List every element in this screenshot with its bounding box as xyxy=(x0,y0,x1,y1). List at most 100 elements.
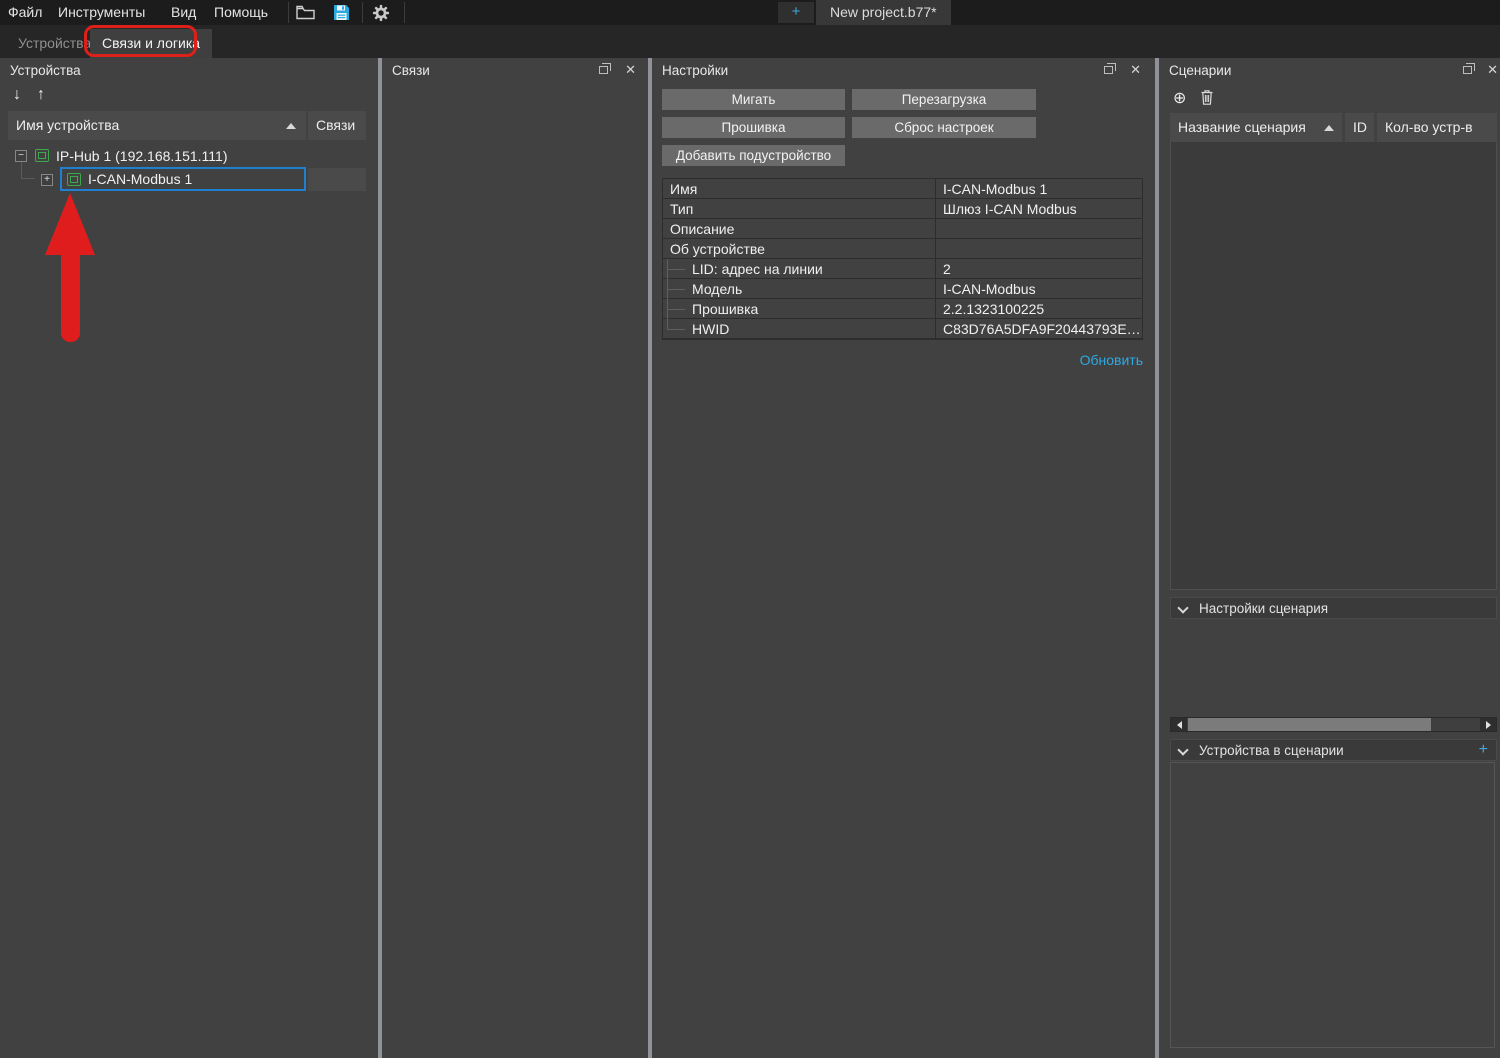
scenarios-panel-title: Сценарии xyxy=(1169,63,1231,78)
property-value: I-CAN-Modbus 1 xyxy=(936,179,1142,198)
move-up-icon[interactable]: ↑ xyxy=(37,86,45,104)
property-tree-line xyxy=(667,309,685,310)
float-panel-icon[interactable] xyxy=(1463,66,1472,74)
open-folder-icon[interactable] xyxy=(292,2,318,23)
device-icon xyxy=(67,173,81,186)
column-scenario-name[interactable]: Название сценария xyxy=(1170,113,1342,142)
links-panel-title: Связи xyxy=(392,63,430,78)
devices-panel-title: Устройства xyxy=(10,63,81,78)
scenarios-panel: Сценарии ✕ ⊕ Название сценария ID Кол-во… xyxy=(1159,58,1500,1058)
scenarios-empty-list[interactable] xyxy=(1170,142,1497,590)
section-title: Настройки сценария xyxy=(1199,601,1328,616)
toolbar-separator xyxy=(362,2,363,23)
tab-devices[interactable]: Устройства xyxy=(6,29,103,58)
property-label: Имя xyxy=(663,179,936,198)
sort-ascending-icon xyxy=(1324,125,1334,131)
tree-row-ican-expander[interactable]: + xyxy=(41,168,61,191)
close-panel-icon[interactable]: ✕ xyxy=(1487,63,1498,77)
move-down-icon[interactable]: ↓ xyxy=(13,86,21,104)
property-label: Об устройстве xyxy=(663,239,936,258)
delete-scenario-icon[interactable] xyxy=(1201,90,1213,105)
blink-button[interactable]: Мигать xyxy=(662,89,845,110)
settings-panel: Настройки ✕ Мигать Перезагрузка Прошивка… xyxy=(652,58,1155,1058)
property-row[interactable]: Прошивка 2.2.1323100225 xyxy=(663,299,1142,319)
section-scenario-settings[interactable]: Настройки сценария xyxy=(1170,597,1497,619)
add-device-to-scenario-icon[interactable]: + xyxy=(1479,742,1488,758)
property-row[interactable]: Модель I-CAN-Modbus xyxy=(663,279,1142,299)
property-row[interactable]: Описание xyxy=(663,219,1142,239)
menu-tools[interactable]: Инструменты xyxy=(52,0,151,25)
float-panel-icon[interactable] xyxy=(1104,66,1113,74)
property-value: 2 xyxy=(936,259,1142,278)
tree-row-ican-modbus-selected[interactable]: I-CAN-Modbus 1 xyxy=(60,167,306,191)
chevron-down-icon xyxy=(1179,602,1187,610)
property-row[interactable]: LID: адрес на линии 2 xyxy=(663,259,1142,279)
save-icon[interactable] xyxy=(328,2,354,23)
devices-table-header: Имя устройства Связи xyxy=(8,111,366,140)
scroll-left-icon[interactable] xyxy=(1171,718,1187,731)
property-value xyxy=(936,239,1142,258)
property-label: HWID xyxy=(663,319,936,338)
column-device-name[interactable]: Имя устройства xyxy=(8,111,306,140)
property-label: Модель xyxy=(663,279,936,298)
property-value: 2.2.1323100225 xyxy=(936,299,1142,318)
column-scenario-id[interactable]: ID xyxy=(1345,113,1374,142)
menu-file[interactable]: Файл xyxy=(2,0,48,25)
column-links[interactable]: Связи xyxy=(308,111,366,140)
settings-gear-icon[interactable] xyxy=(368,2,394,23)
collapse-icon[interactable]: − xyxy=(15,150,27,162)
column-device-name-label: Имя устройства xyxy=(16,117,119,133)
property-label: Прошивка xyxy=(663,299,936,318)
annotation-red-arrow-head xyxy=(45,193,95,255)
tree-row-label: IP-Hub 1 (192.168.151.111) xyxy=(56,148,228,164)
horizontal-scrollbar[interactable] xyxy=(1170,717,1497,732)
expand-icon[interactable]: + xyxy=(41,174,53,186)
property-tree-line xyxy=(667,329,685,330)
property-value xyxy=(936,219,1142,238)
property-value: Шлюз I-CAN Modbus xyxy=(936,199,1142,218)
reboot-button[interactable]: Перезагрузка xyxy=(852,89,1036,110)
section-title: Устройства в сценарии xyxy=(1199,743,1344,758)
property-row[interactable]: Тип Шлюз I-CAN Modbus xyxy=(663,199,1142,219)
property-value: C83D76A5DFA9F20443793E… xyxy=(936,319,1142,338)
menu-help[interactable]: Помощь xyxy=(208,0,274,25)
links-panel: Связи ✕ xyxy=(382,58,648,1058)
update-link[interactable]: Обновить xyxy=(662,352,1143,368)
scroll-right-icon[interactable] xyxy=(1480,718,1496,731)
close-panel-icon[interactable]: ✕ xyxy=(1130,63,1141,77)
new-project-tab-button[interactable]: + xyxy=(778,2,814,23)
add-scenario-icon[interactable]: ⊕ xyxy=(1173,88,1186,108)
tree-row-label: I-CAN-Modbus 1 xyxy=(88,171,192,187)
menu-bar: Файл Инструменты Вид Помощь xyxy=(0,0,1500,25)
section-scenario-devices[interactable]: Устройства в сценарии + xyxy=(1170,739,1497,761)
chevron-down-icon xyxy=(1179,744,1187,752)
scenario-devices-empty-area[interactable] xyxy=(1170,762,1495,1048)
property-label: Описание xyxy=(663,219,936,238)
property-row[interactable]: Об устройстве xyxy=(663,239,1142,259)
add-subdevice-button[interactable]: Добавить подустройство xyxy=(662,145,845,166)
property-row[interactable]: Имя I-CAN-Modbus 1 xyxy=(663,179,1142,199)
toolbar-separator xyxy=(404,2,405,23)
column-device-count[interactable]: Кол-во устр-в xyxy=(1377,113,1497,142)
property-label: Тип xyxy=(663,199,936,218)
selected-row-links-cell[interactable] xyxy=(308,168,366,191)
settings-panel-title: Настройки xyxy=(662,63,728,78)
scrollbar-thumb[interactable] xyxy=(1188,718,1431,731)
scenarios-table-header: Название сценария ID Кол-во устр-в xyxy=(1170,113,1497,142)
tree-row-ip-hub[interactable]: − IP-Hub 1 (192.168.151.111) xyxy=(15,144,228,167)
property-tree-line xyxy=(667,269,685,270)
property-row[interactable]: HWID C83D76A5DFA9F20443793E… xyxy=(663,319,1142,339)
float-panel-icon[interactable] xyxy=(599,66,608,74)
document-tab[interactable]: New project.b77* xyxy=(816,0,951,25)
close-panel-icon[interactable]: ✕ xyxy=(625,63,636,77)
column-scenario-name-label: Название сценария xyxy=(1178,119,1306,135)
property-grid: Имя I-CAN-Modbus 1 Тип Шлюз I-CAN Modbus… xyxy=(662,178,1143,340)
property-label: LID: адрес на линии xyxy=(663,259,936,278)
reset-settings-button[interactable]: Сброс настроек xyxy=(852,117,1036,138)
menu-view[interactable]: Вид xyxy=(165,0,202,25)
device-icon xyxy=(35,149,49,162)
firmware-button[interactable]: Прошивка xyxy=(662,117,845,138)
column-scenario-id-label: ID xyxy=(1353,119,1367,135)
property-value: I-CAN-Modbus xyxy=(936,279,1142,298)
tab-links-and-logic[interactable]: Связи и логика xyxy=(90,29,212,58)
